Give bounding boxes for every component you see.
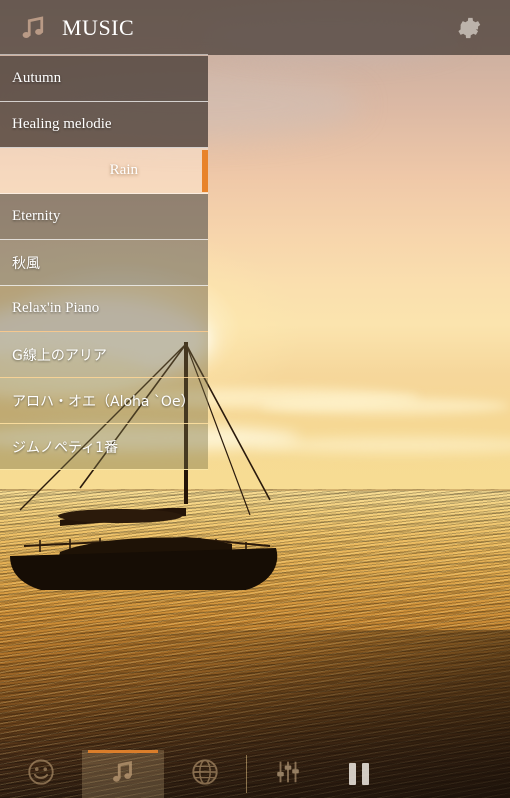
list-item[interactable]: アロハ・オエ（Aloha `Oe）: [0, 378, 208, 424]
list-item[interactable]: G線上のアリア: [0, 332, 208, 378]
list-item-selected[interactable]: Rain: [0, 148, 208, 194]
track-title: 秋風: [12, 255, 40, 272]
page-title: MUSIC: [62, 14, 135, 40]
music-note-icon: [108, 757, 138, 792]
track-title: アロハ・オエ（Aloha `Oe）: [12, 393, 195, 410]
mood-tab[interactable]: [0, 750, 82, 798]
pause-button[interactable]: [329, 750, 389, 798]
list-item[interactable]: Healing melodie: [0, 102, 208, 148]
music-tab[interactable]: [82, 750, 164, 798]
track-title: Healing melodie: [12, 116, 112, 132]
equalizer-tab[interactable]: [247, 750, 329, 798]
track-title: ジムノペティ1番: [12, 439, 119, 456]
list-item[interactable]: Relax'in Piano: [0, 286, 208, 332]
track-title: Relax'in Piano: [12, 300, 100, 316]
pause-bar-right: [362, 763, 369, 785]
list-item[interactable]: Eternity: [0, 194, 208, 240]
track-title: Eternity: [12, 208, 61, 224]
pause-bar-left: [349, 763, 356, 785]
list-item[interactable]: 秋風: [0, 240, 208, 286]
face-smiley-icon: [26, 757, 56, 792]
track-title: Autumn: [12, 70, 62, 86]
bottom-tab-bar: [0, 750, 510, 798]
pause-icon: [346, 763, 372, 785]
world-tab[interactable]: [164, 750, 246, 798]
selection-indicator-bar: [202, 150, 208, 192]
track-list: Autumn Healing melodie Rain Eternity 秋風 …: [0, 56, 208, 470]
track-title: Rain: [109, 162, 138, 178]
track-title: G線上のアリア: [12, 347, 107, 364]
app-header: MUSIC: [0, 0, 510, 55]
gear-icon[interactable]: [456, 15, 482, 41]
list-item[interactable]: ジムノペティ1番: [0, 424, 208, 470]
equalizer-icon: [273, 757, 303, 792]
music-note-icon: [18, 13, 48, 43]
globe-icon: [190, 757, 220, 792]
music-player-screen: MUSIC Autumn Healing melodie Rain Eterni…: [0, 0, 510, 798]
header-underline: [0, 54, 208, 55]
list-item[interactable]: Autumn: [0, 56, 208, 102]
